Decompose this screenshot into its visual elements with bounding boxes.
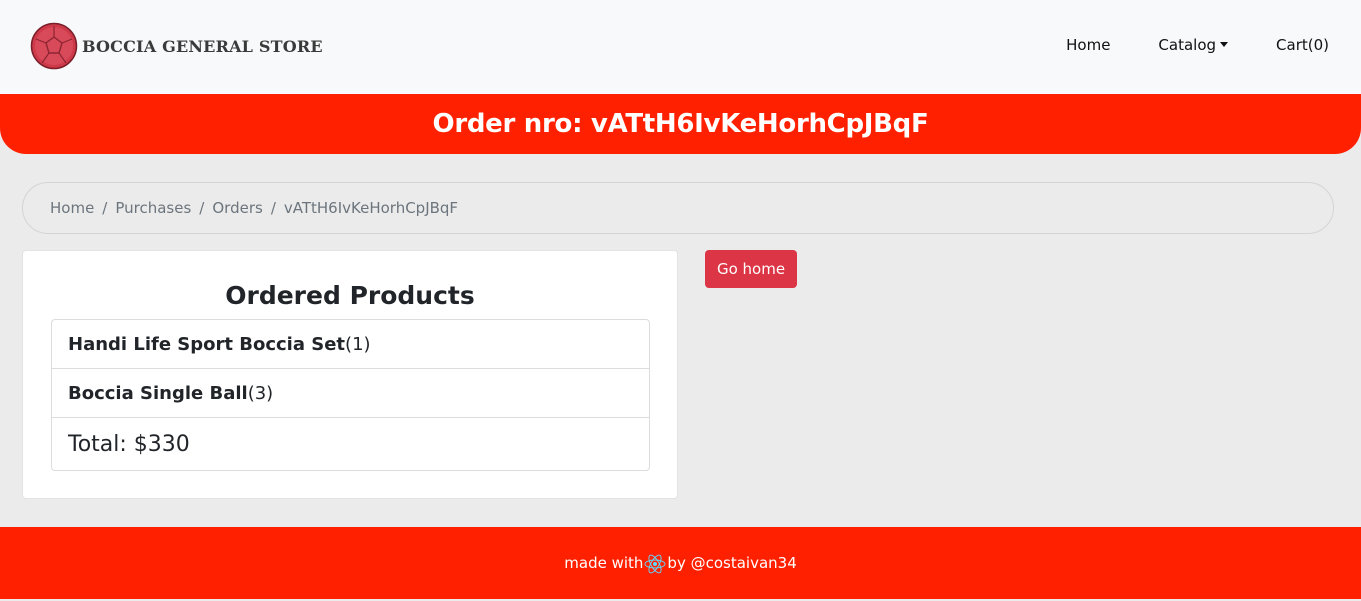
footer-suffix: by @costaivan34 [667,554,797,572]
nav-cart-label: Cart(0) [1276,36,1329,54]
caret-down-icon [1220,41,1229,47]
boccia-ball-icon [30,22,78,70]
list-item: Handi Life Sport Boccia Set (1) [52,320,649,369]
breadcrumb-current: vATtH6IvKeHorhCpJBqF [283,199,459,217]
order-banner: Order nro: vATtH6IvKeHorhCpJBqF [0,94,1361,154]
nav-home-label: Home [1066,36,1111,54]
order-total: Total: $330 [68,431,190,457]
card-title: Ordered Products [225,281,475,310]
breadcrumb-home[interactable]: Home [50,199,94,217]
nav-cart-link[interactable]: Cart(0) [1276,36,1329,54]
product-name: Boccia Single Ball [68,382,248,404]
product-name: Handi Life Sport Boccia Set [68,333,346,355]
brand-name: BOCCIA GENERAL STORE [82,36,323,56]
breadcrumb-orders[interactable]: Orders [212,199,262,217]
product-qty: (1) [345,333,371,355]
product-qty: (3) [247,382,274,404]
breadcrumb-separator: / [270,199,276,217]
ordered-products-card: Ordered Products Handi Life Sport Boccia… [22,250,678,499]
brand-link[interactable]: BOCCIA GENERAL STORE [30,22,323,70]
footer: made with by @costaivan34 [0,527,1361,599]
nav-catalog-label: Catalog [1158,36,1217,54]
ordered-products-list: Handi Life Sport Boccia Set (1) Boccia Si… [51,319,650,471]
list-item: Boccia Single Ball (3) [52,369,649,418]
nav-home-link[interactable]: Home [1066,36,1110,54]
footer-prefix: made with [564,554,644,572]
breadcrumb-separator: / [102,199,108,217]
page-title: Order nro: vATtH6IvKeHorhCpJBqF [432,109,929,139]
react-atom-icon [644,554,666,574]
go-home-button[interactable]: Go home [705,250,797,288]
navbar: BOCCIA GENERAL STORE Home Catalog Cart(0… [0,0,1361,94]
nav-links: Home Catalog Cart(0) [1066,36,1329,54]
breadcrumb: Home / Purchases / Orders / vATtH6IvKeHo… [22,182,1334,234]
nav-catalog-dropdown[interactable]: Catalog [1158,36,1229,54]
breadcrumb-purchases[interactable]: Purchases [115,199,191,217]
breadcrumb-separator: / [199,199,205,217]
